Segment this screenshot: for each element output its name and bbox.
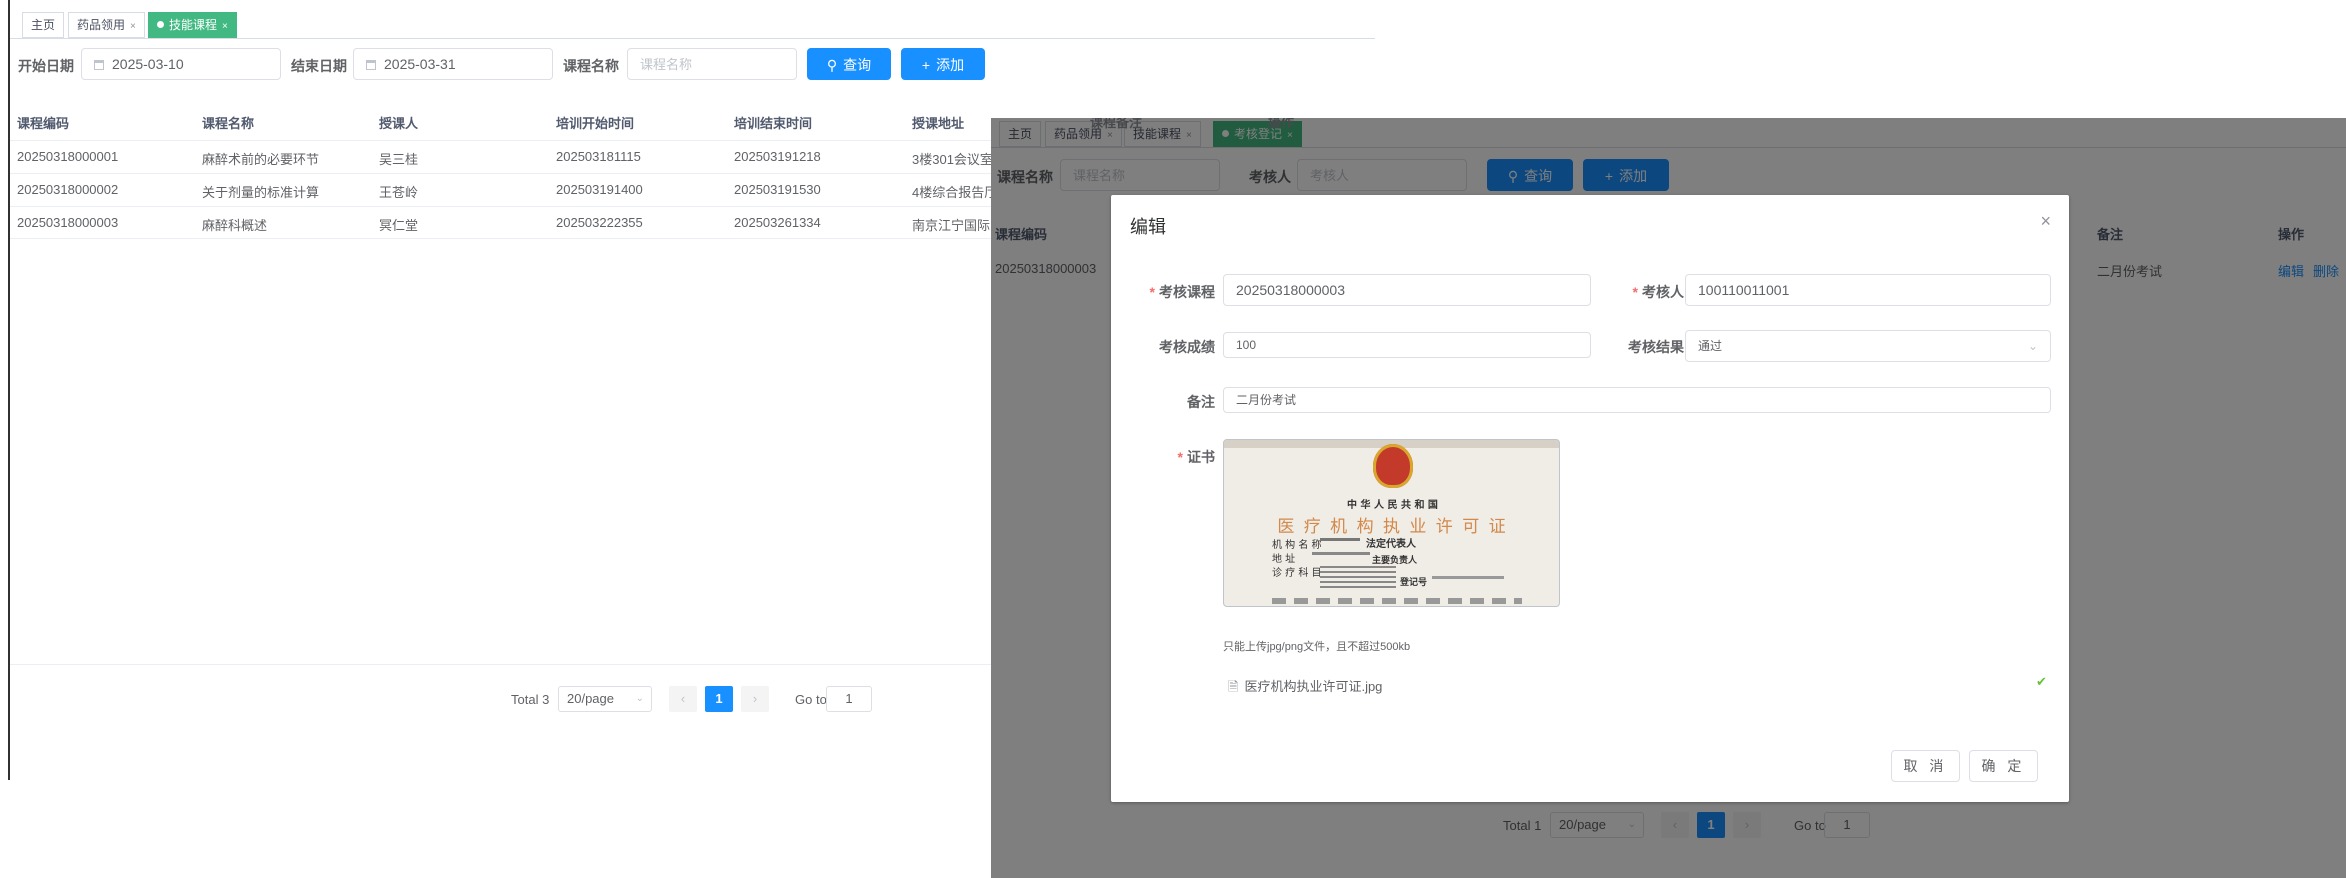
goto-page-input[interactable]: 1 bbox=[826, 686, 872, 712]
search-button[interactable]: ⚲查询 bbox=[807, 48, 891, 80]
next-page-button[interactable]: › bbox=[741, 686, 769, 712]
prev-page-button[interactable]: ‹ bbox=[669, 686, 697, 712]
close-icon[interactable]: × bbox=[222, 21, 228, 32]
remark-field[interactable]: 二月份考试 bbox=[1223, 387, 2051, 413]
start-date-label: 开始日期 bbox=[18, 58, 74, 74]
table-bottom-border bbox=[10, 664, 991, 665]
dialog-title: 编辑 bbox=[1130, 217, 1166, 237]
row-divider bbox=[10, 173, 991, 174]
course-field-label: * 考核课程 bbox=[1149, 284, 1215, 300]
end-date-input[interactable]: 2025-03-31 bbox=[353, 48, 553, 80]
goto-label: Go to bbox=[795, 692, 827, 707]
col-course-name: 课程名称 bbox=[202, 116, 255, 131]
upload-hint: 只能上传jpg/png文件，且不超过500kb bbox=[1223, 641, 1411, 653]
certificate-image[interactable]: 中 华 人 民 共 和 国 医 疗 机 构 执 业 许 可 证 机 构 名 称 … bbox=[1223, 439, 1560, 607]
assessor-field-label: * 考核人 bbox=[1632, 284, 1684, 300]
cancel-button[interactable]: 取 消 bbox=[1891, 750, 1960, 782]
calendar-icon bbox=[94, 60, 104, 70]
chevron-down-icon: ⌄ bbox=[2027, 339, 2038, 353]
document-icon: 🗎 bbox=[1228, 679, 1239, 694]
result-field-label: 考核结果 bbox=[1628, 339, 1684, 355]
score-field-label: 考核成绩 bbox=[1159, 339, 1215, 355]
col-address: 授课地址 bbox=[912, 116, 965, 131]
edit-dialog: 编辑 × * 考核课程 20250318000003 * 考核人 100110011… bbox=[1111, 195, 2069, 802]
success-check-icon: ✔ bbox=[2036, 674, 2047, 689]
assessor-field[interactable]: 100110011001 bbox=[1685, 274, 2051, 306]
end-date-label: 结束日期 bbox=[291, 58, 347, 74]
pager-total: Total 3 bbox=[511, 692, 550, 707]
chevron-down-icon: ⌄ bbox=[635, 693, 644, 704]
confirm-button[interactable]: 确 定 bbox=[1969, 750, 2038, 782]
tags-view: 主页 药品领用 × 技能课程 × bbox=[10, 9, 1375, 39]
uploaded-file[interactable]: 🗎 医疗机构执业许可证.jpg bbox=[1228, 676, 1382, 700]
start-date-input[interactable]: 2025-03-10 bbox=[81, 48, 281, 80]
row-divider bbox=[10, 238, 991, 239]
close-icon[interactable]: × bbox=[2040, 211, 2051, 232]
active-dot-icon bbox=[157, 21, 164, 28]
add-button[interactable]: +添加 bbox=[901, 48, 985, 80]
course-field[interactable]: 20250318000003 bbox=[1223, 274, 1591, 306]
calendar-icon bbox=[366, 60, 376, 70]
plus-icon: + bbox=[921, 57, 931, 73]
tab-home[interactable]: 主页 bbox=[22, 12, 65, 38]
course-name-input[interactable]: 课程名称 bbox=[627, 48, 797, 80]
col-start-time: 培训开始时间 bbox=[556, 116, 635, 131]
row-divider bbox=[10, 206, 991, 207]
col-teacher: 授课人 bbox=[379, 116, 419, 131]
page-size-select[interactable]: 20/page⌄ bbox=[558, 686, 652, 712]
remark-field-label: 备注 bbox=[1187, 394, 1215, 410]
tab-drug-collect[interactable]: 药品领用× bbox=[68, 12, 145, 38]
col-course-code: 课程编码 bbox=[17, 116, 70, 131]
certificate-label: * 证书 bbox=[1177, 449, 1215, 465]
page-number-current[interactable]: 1 bbox=[705, 686, 733, 712]
close-icon[interactable]: × bbox=[130, 21, 136, 32]
window-edge bbox=[8, 0, 10, 780]
national-emblem-icon bbox=[1373, 444, 1413, 488]
result-select[interactable]: 通过 ⌄ bbox=[1685, 330, 2051, 362]
course-name-label: 课程名称 bbox=[563, 58, 619, 74]
row-divider bbox=[10, 140, 991, 141]
col-end-time: 培训结束时间 bbox=[734, 116, 813, 131]
search-icon: ⚲ bbox=[826, 57, 838, 73]
score-field[interactable]: 100 bbox=[1223, 332, 1591, 358]
tab-skill-course[interactable]: 技能课程× bbox=[148, 12, 237, 38]
assessment-window: 主页 药品领用× 技能课程× 考核登记× 课程备注 操作 课程名称 课程名称 考… bbox=[991, 118, 2346, 878]
